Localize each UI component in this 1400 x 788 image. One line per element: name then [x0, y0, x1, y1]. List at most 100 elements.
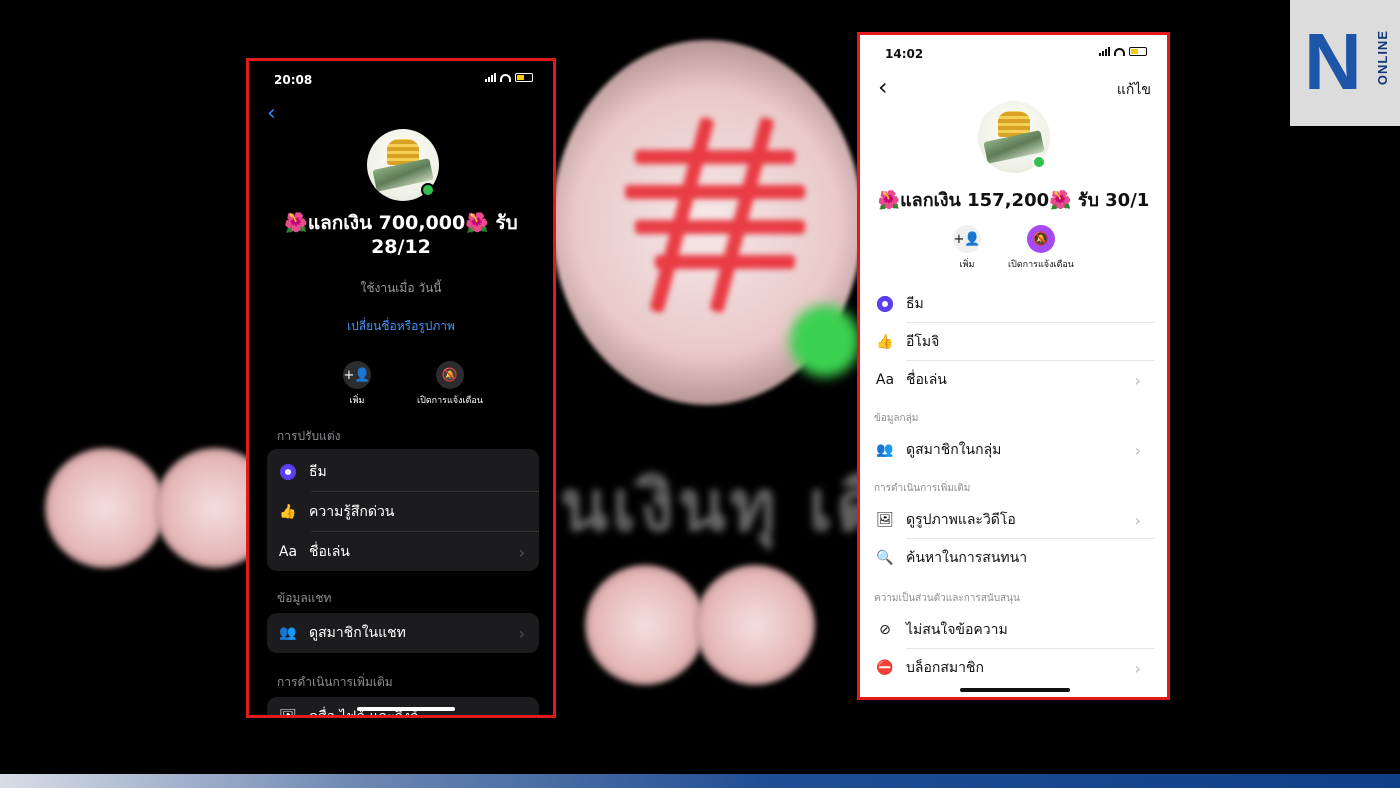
chevron-right-icon: › [1134, 510, 1141, 530]
news-graphic: นเงินทุ เดียว N ONLINE 20:08 ‹ 🌺แลกเงิน … [0, 0, 1400, 788]
section-chat-info: ข้อมูลแชท [277, 591, 332, 605]
home-indicator [960, 688, 1070, 692]
channel-logo: N ONLINE [1290, 0, 1400, 126]
row-nickname[interactable]: Aa ชื่อเล่น › [872, 365, 1155, 395]
section-privacy: ความเป็นส่วนตัวและการสนับสนุน [874, 593, 1020, 604]
notifications-action-label: เปิดการแจ้งเตือน [417, 396, 483, 406]
bell-muted-icon: 🔕 [436, 361, 464, 389]
row-theme-label: ธีม [906, 296, 924, 312]
row-ignore-messages-label: ไม่สนใจข้อความ [906, 622, 1008, 638]
group-name-line2: 28/12 [371, 236, 431, 258]
signal-icon [1099, 47, 1110, 56]
row-ignore-messages[interactable]: ⊘ ไม่สนใจข้อความ [872, 615, 1155, 645]
row-view-photos-videos-label: ดูรูปภาพและวิดีโอ [906, 512, 1016, 528]
add-action-label: เพิ่ม [349, 396, 365, 406]
row-nickname-label: ชื่อเล่น [906, 372, 947, 388]
online-status-dot [421, 183, 435, 197]
row-search-conversation[interactable]: 🔍 ค้นหาในการสนทนา [872, 543, 1155, 573]
row-view-group-members-label: ดูสมาชิกในกลุ่ม [906, 442, 1002, 458]
chevron-right-icon: › [1134, 370, 1141, 390]
row-emoji-label: อีโมจิ [906, 334, 940, 350]
aa-icon: Aa [278, 544, 298, 560]
row-view-chat-members[interactable]: 👥 ดูสมาชิกในแชท › [275, 618, 539, 648]
notifications-action-label: เปิดการแจ้งเตือน [1008, 260, 1074, 270]
status-icons [1099, 47, 1147, 56]
dark-phone-screenshot: 20:08 ‹ 🌺แลกเงิน 700,000🌺 รับ 28/12 ใช้ง… [246, 58, 556, 718]
divider [311, 491, 539, 492]
image-icon: 🖼 [279, 709, 297, 718]
row-nickname[interactable]: Aa ชื่อเล่น › [275, 537, 539, 567]
notifications-action-button[interactable]: 🔕 เปิดการแจ้งเตือน [996, 225, 1086, 271]
row-theme[interactable]: ธีม [872, 289, 1155, 319]
wifi-icon [500, 73, 511, 82]
bell-muted-icon: 🔕 [1027, 225, 1055, 253]
section-customize: การปรับแต่ง [277, 429, 341, 443]
group-name: 🌺แลกเงิน 700,000🌺 รับ 28/12 [259, 211, 543, 259]
status-time: 20:08 [274, 73, 313, 87]
theme-icon [872, 296, 898, 312]
row-view-chat-members-label: ดูสมาชิกในแชท [309, 625, 406, 641]
status-bar: 14:02 [860, 35, 1167, 71]
people-icon: 👥 [279, 625, 297, 641]
last-active-text: ใช้งานเมื่อ วันนี้ [360, 281, 442, 295]
row-emoji[interactable]: 👍 อีโมจิ [872, 327, 1155, 357]
battery-icon [515, 73, 533, 82]
blurred-dot [45, 448, 165, 568]
ignore-icon: ⊘ [879, 622, 891, 638]
notifications-action-button[interactable]: 🔕 เปิดการแจ้งเตือน [407, 361, 493, 407]
add-person-icon: +👤 [343, 361, 371, 389]
blurred-red-mark [625, 117, 805, 313]
home-indicator [357, 707, 455, 711]
aa-icon: Aa [875, 372, 895, 388]
divider [311, 531, 539, 532]
blurred-green-dot [790, 305, 860, 377]
row-view-group-members[interactable]: 👥 ดูสมาชิกในกลุ่ม › [872, 435, 1155, 465]
row-block-member-label: บล็อกสมาชิก [906, 660, 984, 676]
edit-button[interactable]: แก้ไข [1117, 79, 1151, 101]
divider [906, 360, 1155, 361]
back-chevron-icon[interactable]: ‹ [267, 101, 276, 126]
signal-icon [485, 73, 496, 82]
chevron-right-icon: › [518, 542, 525, 562]
add-action-button[interactable]: +👤 เพิ่ม [327, 361, 387, 407]
back-chevron-icon[interactable]: ‹ [878, 73, 888, 101]
theme-icon [275, 464, 301, 480]
search-icon: 🔍 [876, 550, 894, 566]
light-phone-screenshot: 14:02 ‹ แก้ไข 🌺แลกเงิน 157,200🌺 รับ 30/1… [857, 32, 1170, 700]
group-name-line1: 🌺แลกเงิน 700,000🌺 รับ [284, 212, 518, 234]
blurred-dot [585, 565, 705, 685]
divider [906, 538, 1155, 539]
row-theme[interactable]: ธีม [275, 457, 539, 487]
thumbs-up-icon: 👍 [876, 334, 894, 350]
status-time: 14:02 [885, 47, 924, 61]
add-action-button[interactable]: +👤 เพิ่ม [942, 225, 992, 271]
people-icon: 👥 [876, 442, 894, 458]
thumbs-up-icon: 👍 [279, 504, 297, 520]
row-quick-reaction-label: ความรู้สึกด่วน [309, 504, 395, 520]
chevron-right-icon: › [1134, 440, 1141, 460]
chat-info-card: 👥 ดูสมาชิกในแชท › [267, 613, 539, 653]
status-bar: 20:08 [249, 61, 553, 97]
customize-card: ธีม 👍 ความรู้สึกด่วน Aa ชื่อเล่น › [267, 449, 539, 571]
add-person-icon: +👤 [953, 225, 981, 253]
add-action-label: เพิ่ม [959, 260, 975, 270]
image-icon: 🖼 [876, 512, 894, 528]
section-more-actions: การดำเนินการเพิ่มเติม [874, 483, 971, 494]
row-block-member[interactable]: ⛔ บล็อกสมาชิก › [872, 653, 1155, 683]
row-search-conversation-label: ค้นหาในการสนทนา [906, 550, 1028, 566]
logo-letter: N [1304, 17, 1362, 106]
row-theme-label: ธีม [309, 464, 327, 480]
divider [906, 648, 1155, 649]
battery-icon [1129, 47, 1147, 56]
row-quick-reaction[interactable]: 👍 ความรู้สึกด่วน [275, 497, 539, 527]
logo-word: ONLINE [1375, 30, 1390, 86]
row-view-photos-videos[interactable]: 🖼 ดูรูปภาพและวิดีโอ › [872, 505, 1155, 535]
section-group-info: ข้อมูลกลุ่ม [874, 413, 919, 424]
change-name-link[interactable]: เปลี่ยนชื่อหรือรูปภาพ [249, 317, 553, 336]
online-status-dot [1032, 155, 1046, 169]
chevron-right-icon: › [518, 707, 525, 718]
section-more-actions: การดำเนินการเพิ่มเติม [277, 675, 393, 689]
row-nickname-label: ชื่อเล่น [309, 544, 350, 560]
blurred-dot [695, 565, 815, 685]
chevron-right-icon: › [1134, 658, 1141, 678]
